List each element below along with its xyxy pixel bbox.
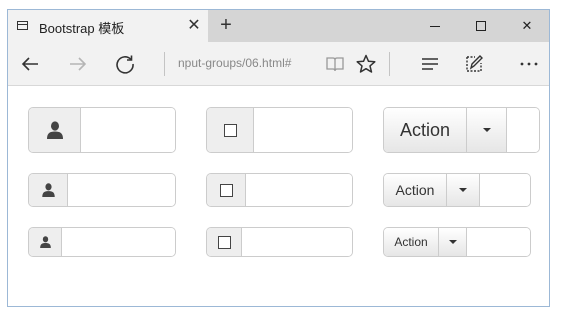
user-addon bbox=[29, 108, 81, 152]
text-input[interactable] bbox=[81, 108, 175, 152]
action-label: Action bbox=[399, 119, 451, 140]
user-icon bbox=[39, 236, 51, 248]
tab-title: Bootstrap 模板 bbox=[39, 21, 125, 36]
text-input[interactable] bbox=[507, 108, 539, 152]
action-input-group-default: Action bbox=[383, 173, 531, 207]
window-close-icon: ✕ bbox=[521, 18, 533, 33]
checkbox-addon bbox=[207, 108, 254, 152]
maximize-icon bbox=[476, 21, 486, 31]
text-input[interactable] bbox=[480, 174, 530, 206]
caret-down-icon bbox=[482, 128, 491, 132]
user-input-group-large bbox=[28, 107, 176, 153]
web-note-icon[interactable] bbox=[462, 52, 486, 76]
checkbox-input-group-default bbox=[206, 173, 353, 207]
toolbar-divider bbox=[389, 52, 390, 76]
text-input[interactable] bbox=[68, 174, 175, 206]
tab-close-icon[interactable]: ✕ bbox=[185, 16, 203, 36]
action-button[interactable]: Action bbox=[384, 228, 439, 256]
user-addon bbox=[29, 174, 68, 206]
toolbar-divider bbox=[164, 52, 165, 76]
text-input[interactable] bbox=[246, 174, 352, 206]
new-tab-icon[interactable]: + bbox=[216, 15, 236, 35]
forward-icon[interactable] bbox=[66, 52, 90, 76]
user-input-group-default bbox=[28, 173, 176, 207]
checkbox-addon bbox=[207, 228, 242, 256]
text-input[interactable] bbox=[62, 228, 175, 256]
text-input[interactable] bbox=[242, 228, 352, 256]
checkbox[interactable] bbox=[217, 235, 231, 249]
minimize-button[interactable] bbox=[412, 10, 458, 42]
dropdown-toggle[interactable] bbox=[439, 228, 467, 256]
user-icon bbox=[46, 121, 63, 139]
user-input-group-small bbox=[28, 227, 176, 257]
action-button[interactable]: Action bbox=[384, 174, 447, 206]
action-input-group-small: Action bbox=[383, 227, 531, 257]
action-input-group-large: Action bbox=[383, 107, 540, 153]
checkbox[interactable] bbox=[223, 123, 237, 137]
text-input[interactable] bbox=[467, 228, 530, 256]
caret-down-icon bbox=[459, 188, 467, 192]
address-bar[interactable]: nput-groups/06.html# bbox=[178, 56, 291, 70]
more-icon[interactable] bbox=[517, 52, 541, 76]
browser-window: Bootstrap 模板 ✕ + ✕ nput-groups/06.html# bbox=[7, 9, 550, 307]
action-label: Action bbox=[394, 235, 428, 249]
checkbox-input-group-small bbox=[206, 227, 353, 257]
star-icon[interactable] bbox=[354, 52, 378, 76]
dropdown-toggle[interactable] bbox=[447, 174, 480, 206]
caret-down-icon bbox=[448, 240, 457, 244]
checkbox-addon bbox=[207, 174, 246, 206]
page-content: Action Action Action bbox=[8, 86, 549, 306]
tab-bootstrap[interactable]: Bootstrap 模板 ✕ bbox=[8, 10, 208, 42]
user-addon bbox=[29, 228, 62, 256]
back-icon[interactable] bbox=[18, 52, 42, 76]
action-label: Action bbox=[395, 182, 435, 198]
page-icon bbox=[17, 21, 28, 30]
minimize-icon bbox=[430, 26, 440, 27]
dropdown-toggle[interactable] bbox=[467, 108, 507, 152]
window-close-button[interactable]: ✕ bbox=[504, 10, 549, 42]
checkbox[interactable] bbox=[219, 183, 233, 197]
action-button[interactable]: Action bbox=[384, 108, 467, 152]
nav-toolbar: nput-groups/06.html# bbox=[8, 42, 549, 86]
checkbox-input-group-large bbox=[206, 107, 353, 153]
hub-icon[interactable] bbox=[418, 52, 442, 76]
refresh-icon[interactable] bbox=[113, 52, 137, 76]
tab-bar: Bootstrap 模板 ✕ + ✕ bbox=[8, 10, 549, 42]
user-icon bbox=[41, 183, 55, 197]
reading-view-icon[interactable] bbox=[323, 52, 347, 76]
text-input[interactable] bbox=[254, 108, 352, 152]
maximize-button[interactable] bbox=[458, 10, 504, 42]
